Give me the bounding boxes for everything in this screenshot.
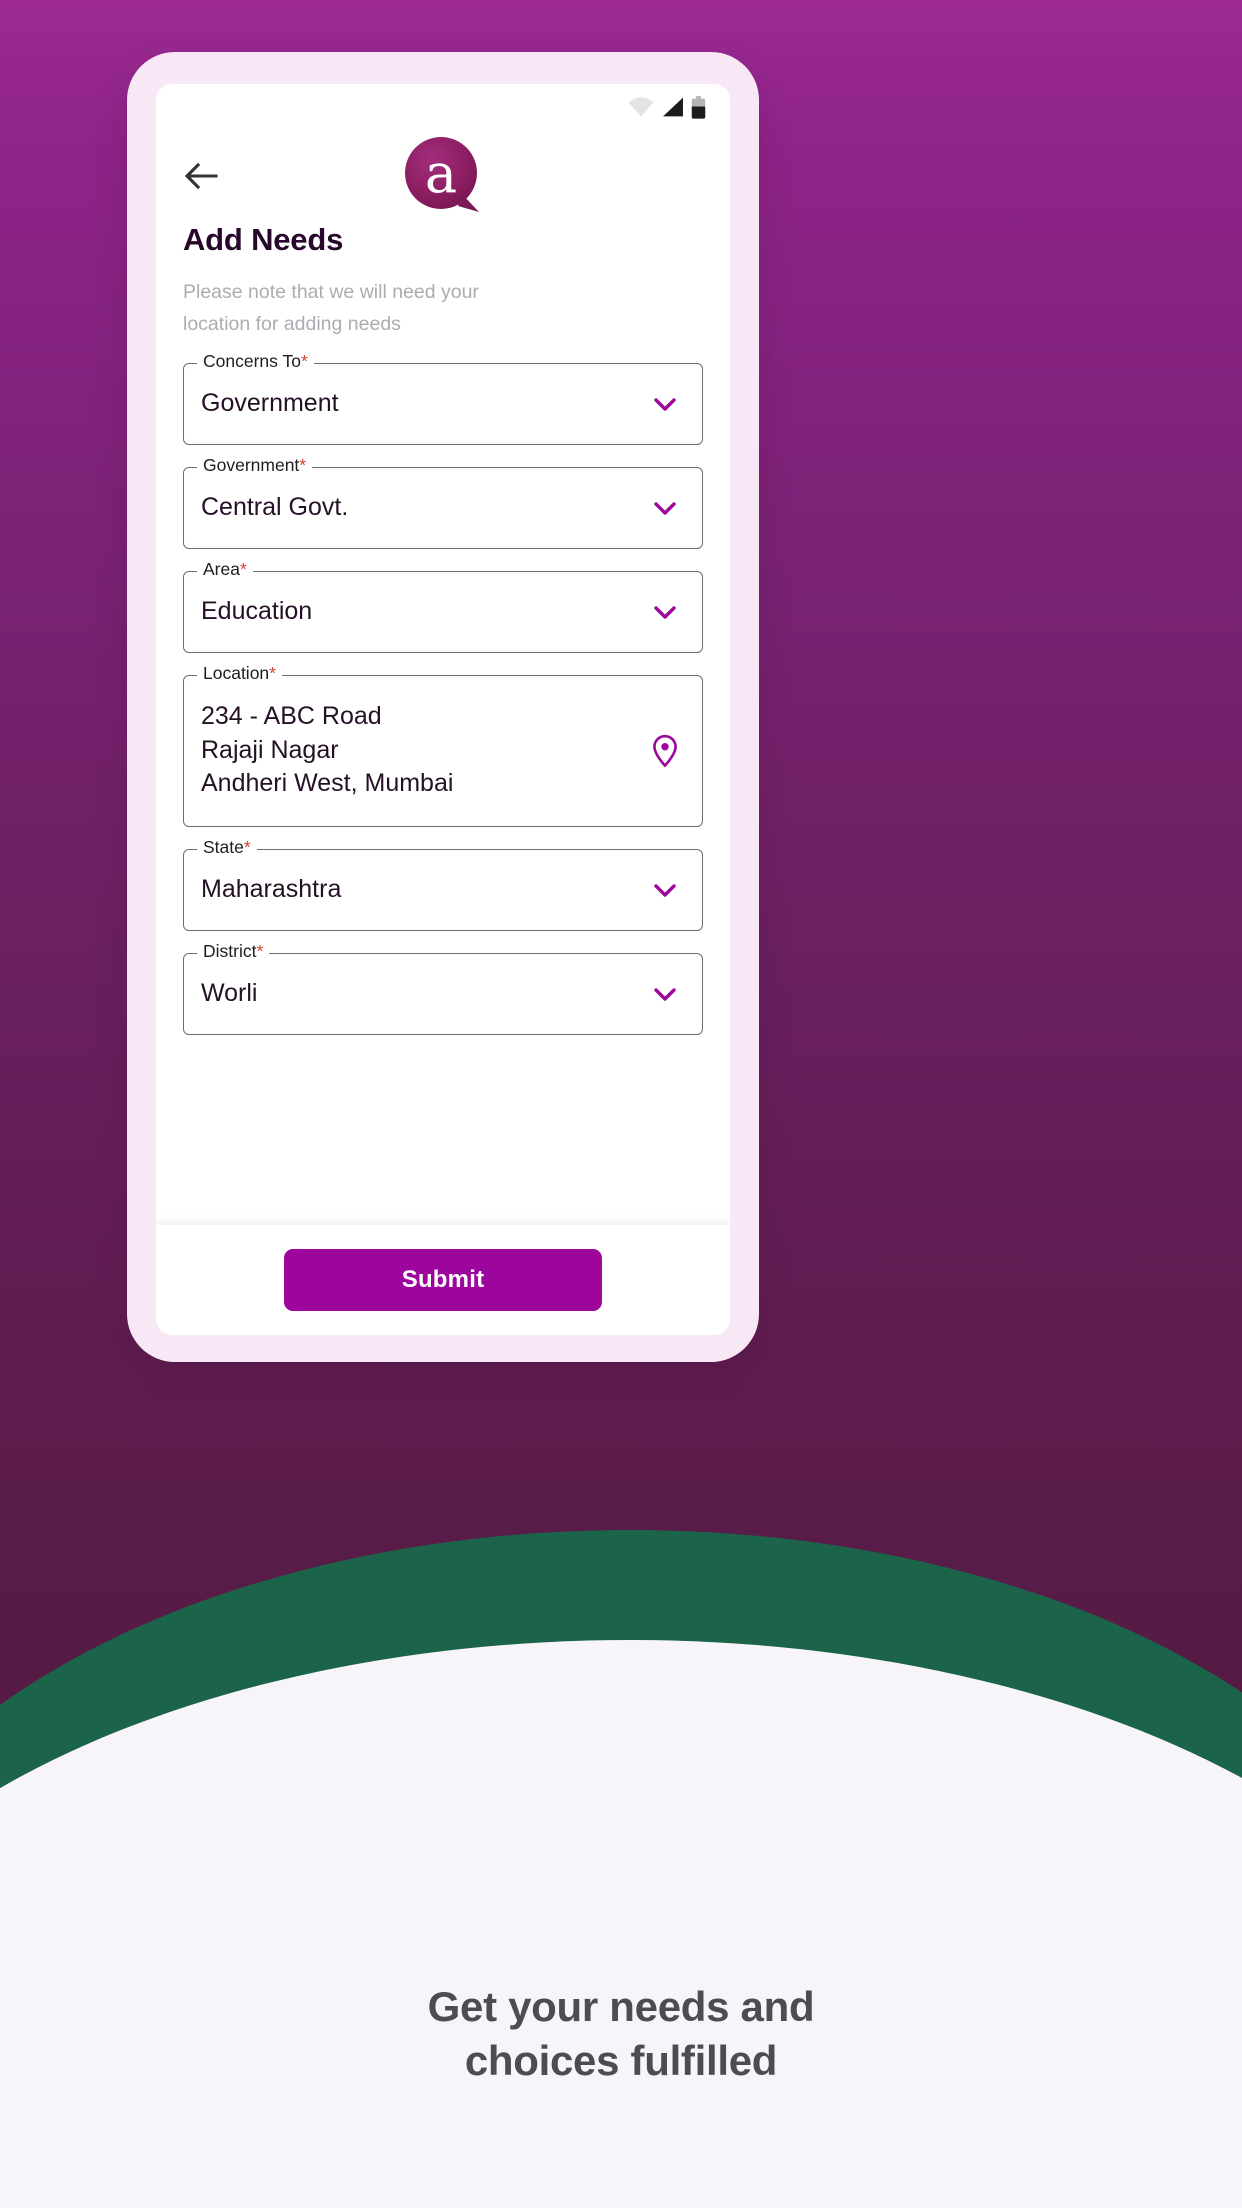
required-asterisk: * bbox=[256, 940, 264, 961]
submit-button[interactable]: Submit bbox=[284, 1249, 602, 1311]
field-value-concerns-to: Government bbox=[201, 388, 339, 417]
battery-icon bbox=[691, 95, 706, 119]
chevron-down-icon bbox=[654, 397, 676, 411]
field-location[interactable]: Location* 234 - ABC Road Rajaji Nagar An… bbox=[183, 664, 703, 827]
required-asterisk: * bbox=[299, 454, 307, 475]
required-asterisk: * bbox=[300, 350, 308, 371]
field-value-state: Maharashtra bbox=[201, 874, 342, 903]
field-value-district: Worli bbox=[201, 978, 258, 1007]
wifi-icon bbox=[628, 97, 654, 117]
chevron-down-icon-concerns-to[interactable] bbox=[648, 390, 682, 418]
chevron-down-icon-district[interactable] bbox=[648, 980, 682, 1008]
field-label-text: Concerns To bbox=[203, 350, 301, 371]
chevron-down-icon-government[interactable] bbox=[648, 494, 682, 522]
field-label-district: District* bbox=[197, 940, 270, 961]
field-concerns-to[interactable]: Concerns To* Government bbox=[183, 352, 703, 445]
field-area[interactable]: Area* Education bbox=[183, 560, 703, 653]
promo-caption: Get your needs and choices fulfilled bbox=[0, 1980, 1242, 2088]
field-state[interactable]: State* Maharashtra bbox=[183, 838, 703, 931]
phone-frame: a Add Needs Please note that we will nee… bbox=[127, 52, 759, 1362]
field-label-text: Area bbox=[203, 558, 240, 579]
page-subtitle: Please note that we will need your locat… bbox=[183, 281, 479, 335]
phone-screen: a Add Needs Please note that we will nee… bbox=[156, 84, 730, 1335]
field-government[interactable]: Government* Central Govt. bbox=[183, 456, 703, 549]
map-pin-icon-location[interactable] bbox=[648, 734, 682, 768]
field-value-area: Education bbox=[201, 596, 313, 625]
back-button[interactable] bbox=[178, 153, 224, 199]
field-label-area: Area* bbox=[197, 558, 253, 579]
app-bar: a bbox=[156, 130, 730, 222]
status-bar bbox=[156, 84, 730, 130]
field-district[interactable]: District* Worli bbox=[183, 942, 703, 1035]
field-label-text: District bbox=[203, 940, 257, 961]
field-label-location: Location* bbox=[197, 662, 282, 683]
chevron-down-icon bbox=[654, 987, 676, 1001]
chevron-down-icon-area[interactable] bbox=[648, 598, 682, 626]
required-asterisk: * bbox=[269, 662, 276, 683]
chevron-down-icon bbox=[654, 883, 676, 897]
signal-icon bbox=[663, 97, 683, 117]
field-label-text: Government bbox=[203, 454, 300, 475]
field-value-location: 234 - ABC Road Rajaji Nagar Andheri West… bbox=[201, 701, 454, 798]
field-label-state: State* bbox=[197, 836, 257, 857]
chevron-down-icon-state[interactable] bbox=[648, 876, 682, 904]
screenshot-stage: a Add Needs Please note that we will nee… bbox=[0, 0, 1242, 2208]
page-title: Add Needs bbox=[183, 222, 344, 257]
required-asterisk: * bbox=[243, 836, 251, 857]
promo-caption-line-1: Get your needs and bbox=[427, 1983, 815, 2030]
sticky-footer: Submit bbox=[156, 1225, 730, 1335]
required-asterisk: * bbox=[239, 558, 247, 579]
background-light-wave bbox=[0, 1640, 1242, 2208]
brand-logo-icon: a bbox=[405, 137, 479, 212]
svg-text:a: a bbox=[425, 142, 457, 205]
form-scroll-area[interactable]: Add Needs Please note that we will need … bbox=[156, 222, 730, 1225]
field-label-concerns-to: Concerns To* bbox=[197, 350, 314, 371]
map-pin-icon bbox=[653, 734, 677, 768]
field-value-government: Central Govt. bbox=[201, 492, 349, 521]
chevron-down-icon bbox=[654, 501, 676, 515]
field-label-government: Government* bbox=[197, 454, 313, 475]
field-label-text: State bbox=[203, 836, 244, 857]
brand-logo: a bbox=[400, 133, 486, 219]
promo-caption-line-2: choices fulfilled bbox=[464, 2036, 778, 2084]
field-label-text: Location bbox=[203, 662, 270, 683]
chevron-down-icon bbox=[654, 605, 676, 619]
back-arrow-icon bbox=[184, 162, 218, 190]
